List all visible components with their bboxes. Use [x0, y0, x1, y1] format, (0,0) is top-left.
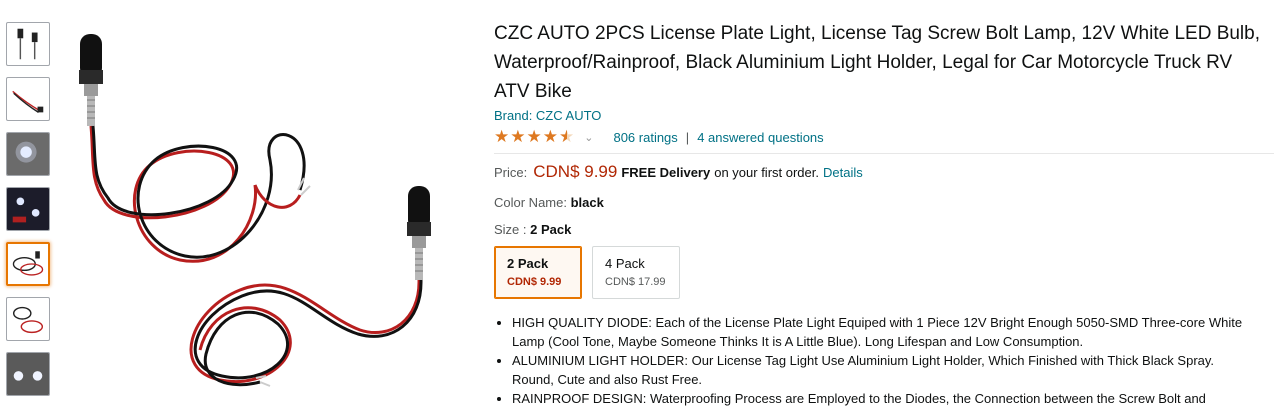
product-title: CZC AUTO 2PCS License Plate Light, Licen…	[494, 23, 1261, 102]
thumbnail-5[interactable]	[6, 242, 50, 286]
free-delivery-label: FREE Delivery	[621, 165, 711, 180]
color-label: Color Name:	[494, 195, 567, 210]
lamp-1-graphic	[79, 34, 311, 263]
thumbnail-6[interactable]	[6, 297, 50, 341]
price-label: Price:	[494, 165, 528, 180]
brand-link[interactable]: Brand: CZC AUTO	[494, 107, 1274, 124]
answered-questions-link[interactable]: 4 answered questions	[697, 130, 823, 145]
size-value: 2 Pack	[530, 222, 572, 237]
star-icon: ★	[494, 127, 510, 146]
delivery-text: on your first order.	[714, 165, 819, 180]
star-icon: ★	[526, 127, 542, 146]
thumbnail-1[interactable]	[6, 22, 50, 66]
size-option-name: 2 Pack	[507, 256, 549, 271]
size-row: Size : 2 Pack	[494, 222, 1274, 237]
star-icon: ★	[510, 127, 526, 146]
feature-bullet: HIGH QUALITY DIODE: Each of the License …	[512, 313, 1254, 351]
ratings-count-link[interactable]: 806 ratings	[613, 130, 677, 145]
thumbnail-2[interactable]	[6, 77, 50, 121]
size-option-name: 4 Pack	[605, 256, 645, 271]
thumbnail-4[interactable]	[6, 187, 50, 231]
star-half-icon: ★	[559, 127, 575, 146]
details-link[interactable]: Details	[823, 165, 863, 180]
chevron-down-icon[interactable]: ⌄	[584, 131, 593, 144]
thumbnail-7[interactable]	[6, 352, 50, 396]
size-label: Size :	[494, 222, 527, 237]
price-row: Price: CDN$ 9.99 FREE Delivery on your f…	[494, 162, 1274, 182]
size-option-2-pack[interactable]: 2 Pack CDN$ 9.99	[494, 246, 582, 299]
color-row: Color Name: black	[494, 195, 1274, 210]
size-option-4-pack[interactable]: 4 Pack CDN$ 17.99	[592, 246, 680, 299]
feature-bullet: RAINPROOF DESIGN: Waterproofing Process …	[512, 389, 1254, 408]
thumbnail-3[interactable]	[6, 132, 50, 176]
size-option-price: CDN$ 9.99	[507, 276, 562, 288]
star-icon: ★	[542, 127, 558, 146]
lamp-2-graphic	[189, 186, 431, 387]
product-info: CZC AUTO 2PCS License Plate Light, Licen…	[494, 19, 1274, 408]
feature-bullet: ALUMINIUM LIGHT HOLDER: Our License Tag …	[512, 351, 1254, 389]
price-value: CDN$ 9.99	[533, 162, 618, 181]
main-product-image[interactable]	[60, 10, 470, 409]
star-rating[interactable]: ★ ★ ★ ★ ★	[494, 128, 574, 146]
size-option-price: CDN$ 17.99	[605, 276, 666, 288]
rating-row: ★ ★ ★ ★ ★ ⌄ 806 ratings | 4 answered que…	[494, 126, 1274, 148]
separator: |	[685, 129, 690, 145]
divider	[494, 153, 1274, 154]
color-value: black	[570, 195, 604, 210]
thumbnail-list	[6, 22, 52, 407]
feature-bullets: HIGH QUALITY DIODE: Each of the License …	[494, 313, 1254, 408]
size-options: 2 Pack CDN$ 9.99 4 Pack CDN$ 17.99	[494, 246, 1274, 299]
